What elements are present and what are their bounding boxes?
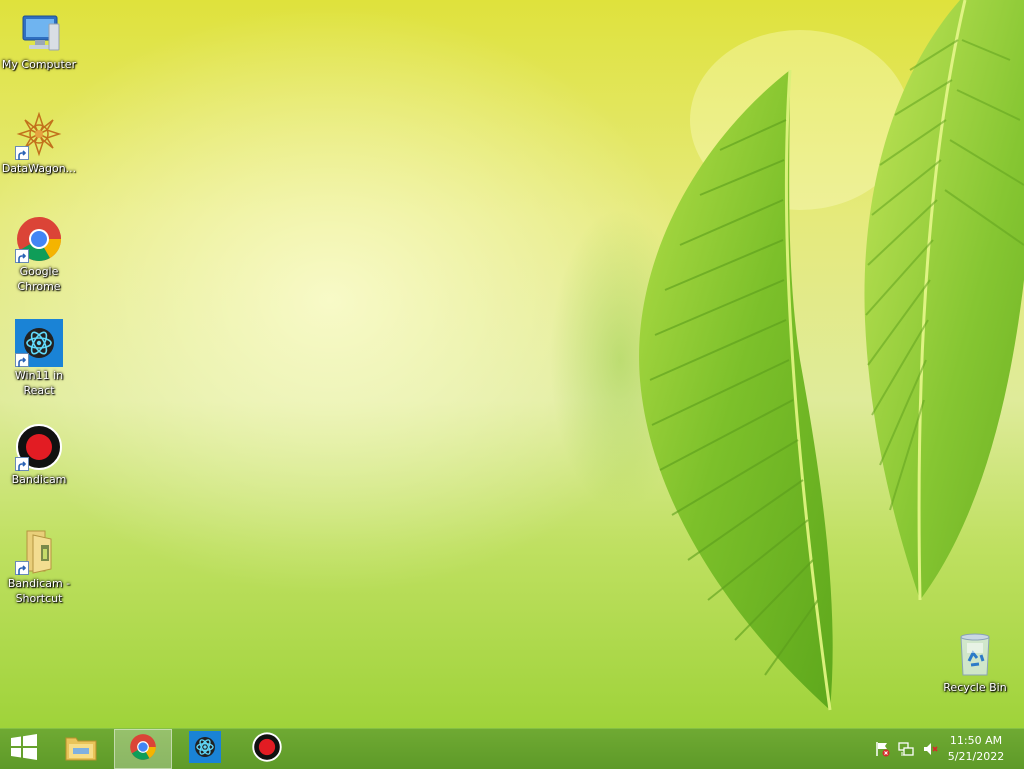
desktop-icon-label: Win11 in React [14, 369, 64, 397]
network-icon[interactable] [898, 741, 914, 757]
recycle-bin-icon [951, 631, 999, 679]
desktop-icon-label: DataWagon... [1, 162, 77, 175]
react-icon [15, 319, 63, 367]
bandicam-icon [252, 732, 282, 766]
desktop-icon-win11-in-react[interactable]: Win11 in React [0, 319, 78, 398]
desktop-icon-datawagon[interactable]: DataWagon... [0, 111, 78, 176]
taskbar: 11:50 AM 5/21/2022 [0, 728, 1024, 769]
desktop-icon-bandicam-shortcut[interactable]: Bandicam - Shortcut [0, 527, 78, 606]
desktop-icon-google-chrome[interactable]: Google Chrome [0, 215, 78, 294]
shortcut-arrow-icon [15, 457, 29, 471]
taskbar-clock[interactable]: 11:50 AM 5/21/2022 [940, 733, 1012, 765]
desktop-icon-recycle-bin[interactable]: Recycle Bin [936, 631, 1014, 695]
desktop-icon-label: Bandicam [11, 473, 67, 486]
desktop-icon-my-computer[interactable]: My Computer [0, 8, 78, 72]
shortcut-arrow-icon [15, 146, 29, 160]
desktop-icon-label: My Computer [1, 58, 77, 71]
chrome-icon [129, 733, 157, 765]
desktop-wallpaper [0, 0, 1024, 728]
bandicam-icon [15, 423, 63, 471]
desktop-icon-bandicam[interactable]: Bandicam [0, 423, 78, 487]
shortcut-arrow-icon [15, 561, 29, 575]
folder-icon [15, 527, 63, 575]
taskbar-bandicam-button[interactable] [238, 729, 296, 769]
clock-date: 5/21/2022 [947, 750, 1005, 763]
clock-time: 11:50 AM [949, 734, 1003, 747]
desktop-icon-label: Recycle Bin [943, 681, 1007, 694]
windows-logo-icon [10, 734, 38, 764]
volume-muted-icon[interactable] [922, 741, 938, 757]
start-button[interactable] [0, 729, 48, 769]
taskbar-react-app-button[interactable] [176, 729, 234, 769]
react-icon [189, 731, 221, 767]
chrome-icon [15, 215, 63, 263]
desktop-icon-label: Bandicam - Shortcut [7, 577, 71, 605]
desktop-icon-label: Google Chrome [17, 265, 61, 293]
action-center-flag-icon[interactable] [874, 741, 890, 757]
taskbar-file-explorer-button[interactable] [52, 729, 110, 769]
shortcut-arrow-icon [15, 249, 29, 263]
datawagon-icon [15, 111, 63, 160]
taskbar-chrome-button[interactable] [114, 729, 172, 769]
shortcut-arrow-icon [15, 353, 29, 367]
file-explorer-icon [65, 733, 97, 765]
leaf-wallpaper-art [550, 0, 1024, 711]
computer-icon [15, 8, 63, 56]
